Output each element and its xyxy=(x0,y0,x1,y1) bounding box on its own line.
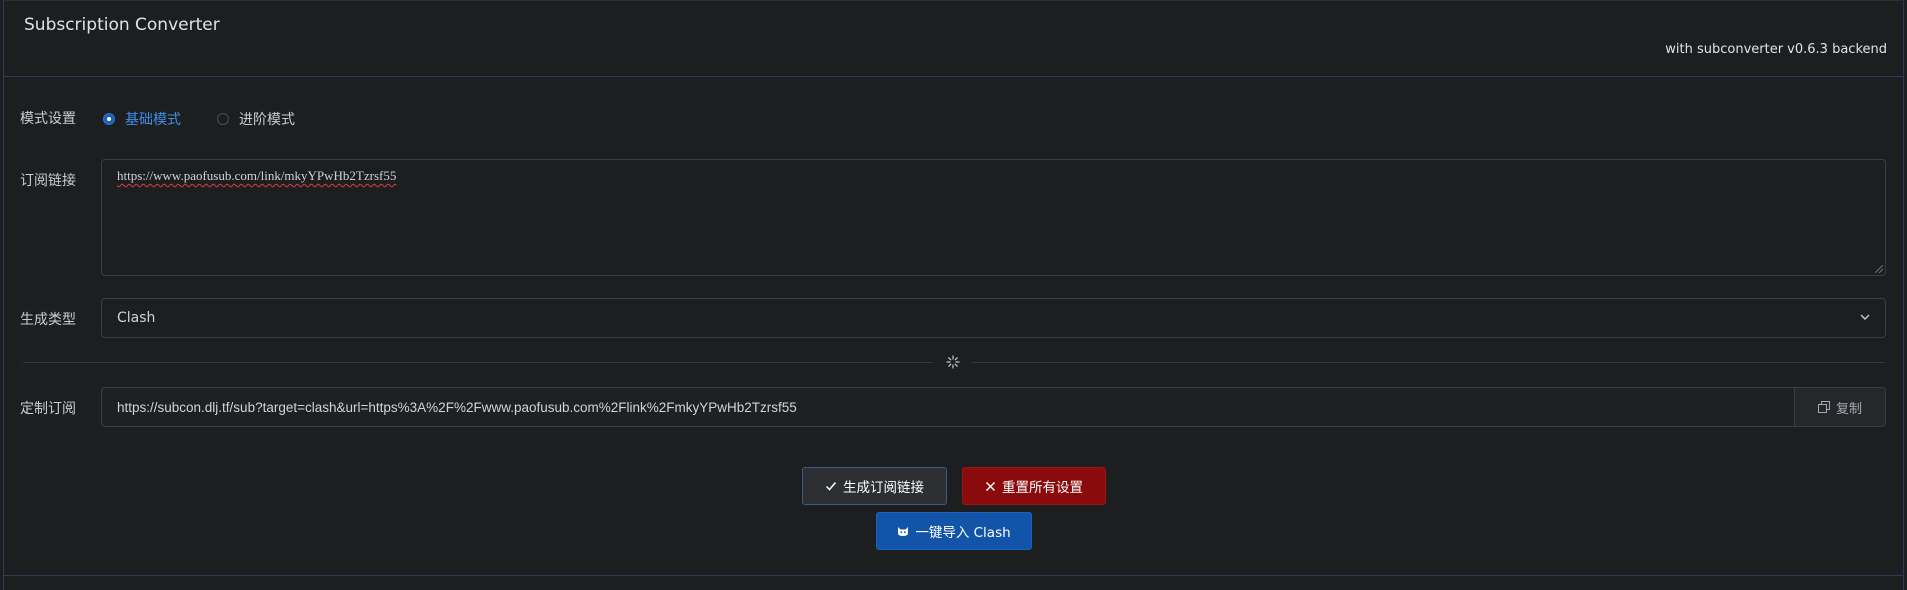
radio-basic-label: 基础模式 xyxy=(125,112,181,128)
next-card-edge xyxy=(3,576,1904,590)
mode-label: 模式设置 xyxy=(20,111,76,127)
page-title: Subscription Converter xyxy=(24,15,220,35)
import-label: 一键导入 Clash xyxy=(915,525,1011,541)
copy-label: 复制 xyxy=(1835,401,1862,417)
custom-label: 定制订阅 xyxy=(20,401,76,417)
close-icon xyxy=(985,481,996,491)
converter-card: Subscription Converter with subconverter… xyxy=(3,0,1904,576)
radio-checked-icon xyxy=(103,113,115,125)
resize-grip-icon[interactable] xyxy=(1875,265,1883,273)
backend-version: with subconverter v0.6.3 backend xyxy=(1665,42,1887,57)
divider-left xyxy=(23,362,933,363)
card-header: Subscription Converter with subconverter… xyxy=(4,1,1903,77)
radio-advanced-label: 进阶模式 xyxy=(239,112,295,128)
target-select[interactable]: Clash xyxy=(101,298,1886,338)
copy-button[interactable]: 复制 xyxy=(1794,388,1885,426)
target-label: 生成类型 xyxy=(20,312,76,328)
radio-basic-mode[interactable]: 基础模式 xyxy=(103,109,181,129)
custom-output-group: 复制 xyxy=(101,387,1886,427)
check-icon xyxy=(825,482,837,491)
reset-label: 重置所有设置 xyxy=(1002,480,1083,496)
import-clash-button[interactable]: 一键导入 Clash xyxy=(876,512,1032,550)
radio-unchecked-icon xyxy=(217,113,229,125)
subscription-textarea[interactable]: https://www.paofusub.com/link/mkyYPwHb2T… xyxy=(101,159,1886,276)
cat-icon xyxy=(898,527,909,536)
target-selected-value: Clash xyxy=(117,310,156,326)
custom-url-input[interactable] xyxy=(102,387,1794,427)
generate-label: 生成订阅链接 xyxy=(843,480,924,496)
reset-settings-button[interactable]: 重置所有设置 xyxy=(962,467,1106,505)
chevron-down-icon xyxy=(1860,314,1870,320)
subscription-label: 订阅链接 xyxy=(20,173,76,189)
generate-link-button[interactable]: 生成订阅链接 xyxy=(802,467,947,505)
divider-right xyxy=(972,362,1885,363)
copy-icon xyxy=(1817,401,1830,413)
radio-advanced-mode[interactable]: 进阶模式 xyxy=(217,109,295,129)
sparkle-loading-icon xyxy=(946,355,960,369)
